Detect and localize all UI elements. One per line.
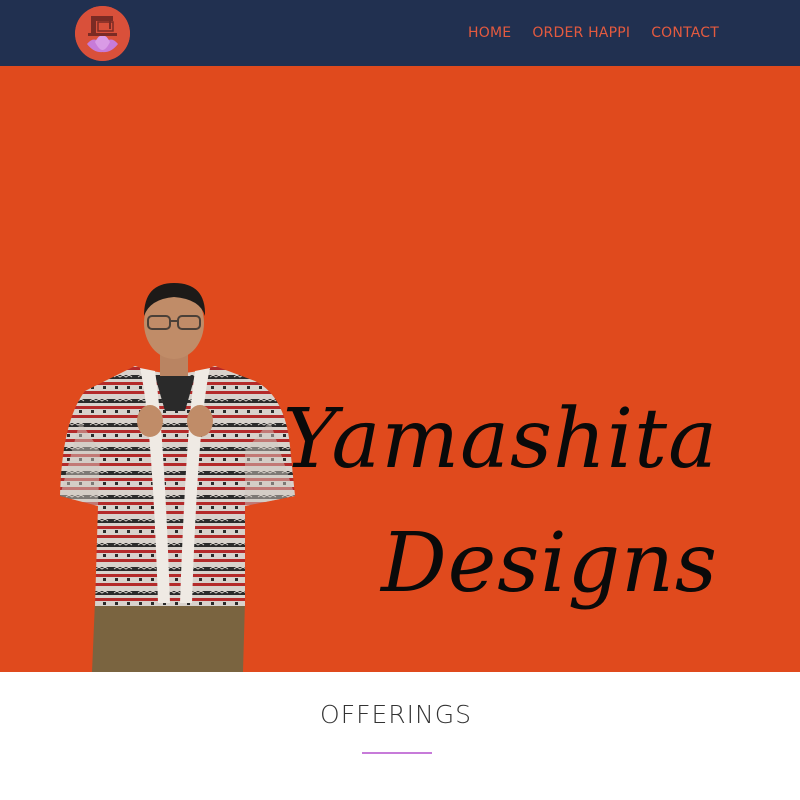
hero-title-line-1: Yamashita — [282, 392, 718, 487]
hero-title-line-2: Designs — [381, 516, 718, 611]
heading-underline — [362, 752, 432, 754]
nav-contact-link[interactable]: CONTACT — [651, 25, 719, 41]
hero-title: Yamashita Designs — [258, 378, 718, 626]
offerings-heading: OFFERINGS — [320, 700, 472, 729]
hero-banner: Yamashita Designs — [0, 66, 800, 672]
offerings-section: OFFERINGS — [0, 672, 800, 800]
nav-menu: HOME ORDER HAPPI CONTACT — [468, 0, 719, 66]
logo[interactable] — [75, 6, 130, 61]
nav-order-happi-link[interactable]: ORDER HAPPI — [532, 25, 630, 41]
navbar: HOME ORDER HAPPI CONTACT — [0, 0, 800, 66]
sewing-machine-lotus-icon — [75, 6, 130, 61]
nav-home-link[interactable]: HOME — [468, 25, 511, 41]
